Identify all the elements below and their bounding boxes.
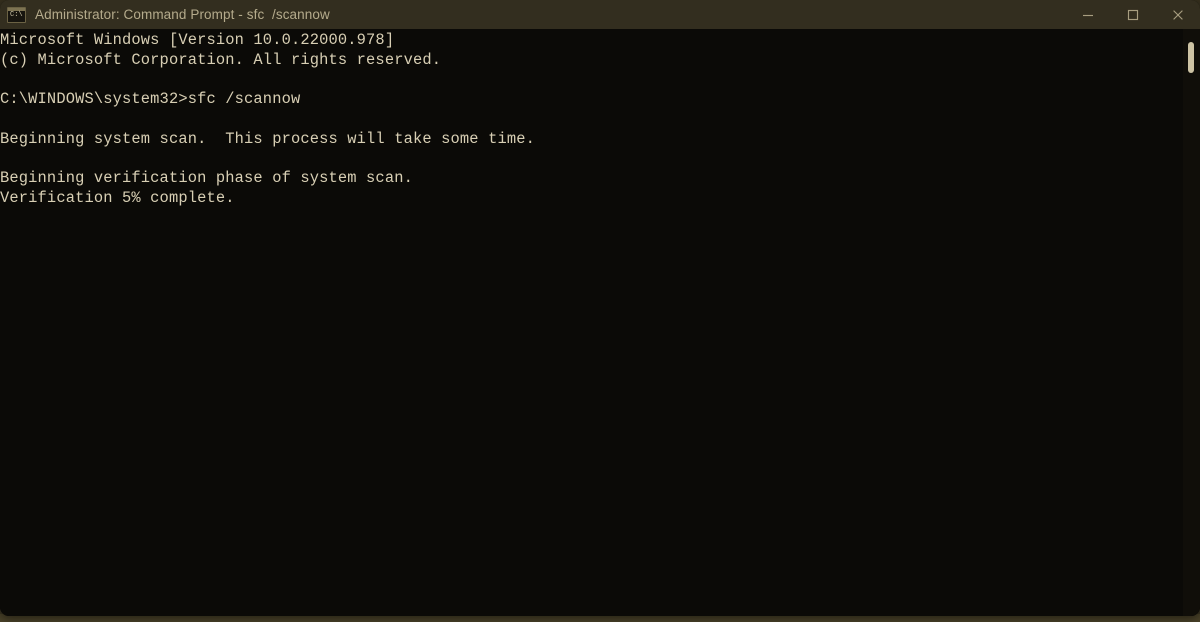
- close-icon: [1172, 9, 1183, 20]
- terminal-scrollbar[interactable]: [1183, 29, 1200, 616]
- command-prompt-window: C:\ Administrator: Command Prompt - sfc …: [0, 0, 1200, 616]
- console-icon-glyph: C:\: [10, 10, 23, 19]
- terminal-text: Microsoft Windows [Version 10.0.22000.97…: [0, 31, 535, 207]
- maximize-icon: [1127, 9, 1138, 20]
- title-bar[interactable]: C:\ Administrator: Command Prompt - sfc …: [0, 0, 1200, 29]
- terminal-output-area[interactable]: Microsoft Windows [Version 10.0.22000.97…: [0, 29, 1200, 616]
- window-title: Administrator: Command Prompt - sfc /sca…: [35, 7, 330, 22]
- scrollbar-thumb[interactable]: [1188, 42, 1194, 73]
- maximize-button[interactable]: [1110, 0, 1155, 29]
- console-window-icon: C:\: [7, 6, 26, 23]
- minimize-icon: [1082, 14, 1093, 16]
- minimize-button[interactable]: [1065, 0, 1110, 29]
- close-button[interactable]: [1155, 0, 1200, 29]
- window-controls: [1065, 0, 1200, 29]
